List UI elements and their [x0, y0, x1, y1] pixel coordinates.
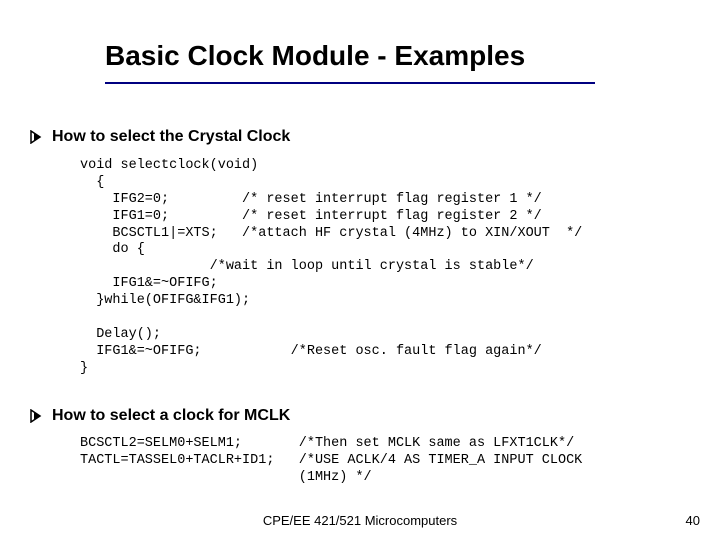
arrow-right-icon — [30, 130, 44, 144]
page-number: 40 — [686, 513, 700, 528]
bullet-item-1: How to select the Crystal Clock — [30, 128, 290, 146]
bullet-text-1: How to select the Crystal Clock — [52, 128, 290, 146]
slide-title: Basic Clock Module - Examples — [105, 40, 525, 72]
code-block-2: BCSCTL2=SELM0+SELM1; /*Then set MCLK sam… — [80, 436, 582, 487]
code-block-1: void selectclock(void) { IFG2=0; /* rese… — [80, 158, 582, 377]
title-underline — [105, 82, 595, 84]
arrow-right-icon — [30, 409, 44, 423]
bullet-text-2: How to select a clock for MCLK — [52, 407, 290, 425]
bullet-item-2: How to select a clock for MCLK — [30, 407, 290, 425]
footer-text: CPE/EE 421/521 Microcomputers — [0, 513, 720, 528]
